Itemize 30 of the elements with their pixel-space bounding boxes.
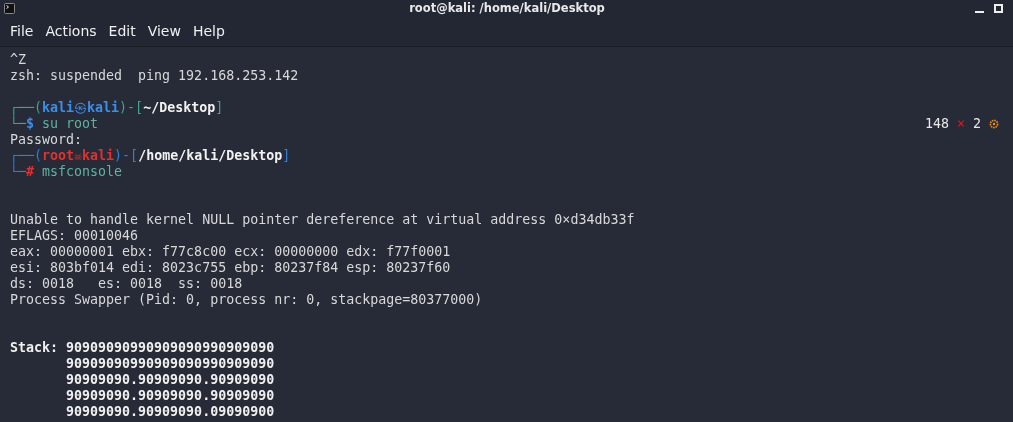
terminal-line: eax: 00000001 ebx: f77c8c00 ecx: 00000000 edx: f77f0001 [10, 244, 451, 260]
terminal-line: Unable to handle kernel NULL pointer dereference at virtual address 0×d34db33f [10, 212, 635, 228]
prompt-line: ┌──(root☠kali)-[/home/kali/Desktop] [10, 148, 291, 164]
terminal-line: ds: 0018 es: 0018 ss: 0018 [10, 276, 243, 292]
terminal-line: esi: 803bf014 edi: 8023c755 ebp: 80237f84 esp: 80237f60 [10, 260, 451, 276]
terminal-line: Password: [10, 132, 83, 148]
command-line: └─# msfconsole [10, 164, 123, 180]
line-count: 148 [924, 116, 950, 132]
exit-code: 2 [971, 116, 982, 132]
gear-icon [989, 119, 999, 129]
terminal-icon [4, 2, 15, 14]
menu-item[interactable]: Actions [39, 21, 103, 41]
menu-item[interactable]: File [4, 21, 40, 41]
menu-item[interactable]: Help [186, 21, 231, 41]
error-mark: × [956, 116, 965, 132]
maximize-icon[interactable] [994, 3, 1003, 13]
menu-item[interactable]: View [141, 21, 187, 41]
window-title: root@kali: /home/kali/Desktop [408, 1, 605, 15]
terminal-line: 90909090.90909090.09090900 [65, 404, 275, 420]
prompt-line: ┌──(kali㉿kali)-[~/Desktop] [10, 100, 224, 116]
terminal-line: Process Swapper (Pid: 0, process nr: 0, stackpage=80377000) [10, 292, 483, 308]
terminal-line: ^Z [10, 52, 26, 68]
terminal-line: 90909090990909090990909090 [65, 356, 275, 372]
terminal-line: EFLAGS: 00010046 [10, 228, 139, 244]
command-line: └─$ su root [10, 116, 99, 132]
terminal-line: zsh: suspended ping 192.168.253.142 [10, 68, 299, 84]
terminal-line: 90909090.90909090.90909090 [65, 372, 275, 388]
terminal-line: Stack: 90909090990909090990909090 [10, 340, 275, 356]
terminal-line: 90909090.90909090.90909090 [65, 388, 275, 404]
menu-item[interactable]: Edit [102, 21, 142, 41]
